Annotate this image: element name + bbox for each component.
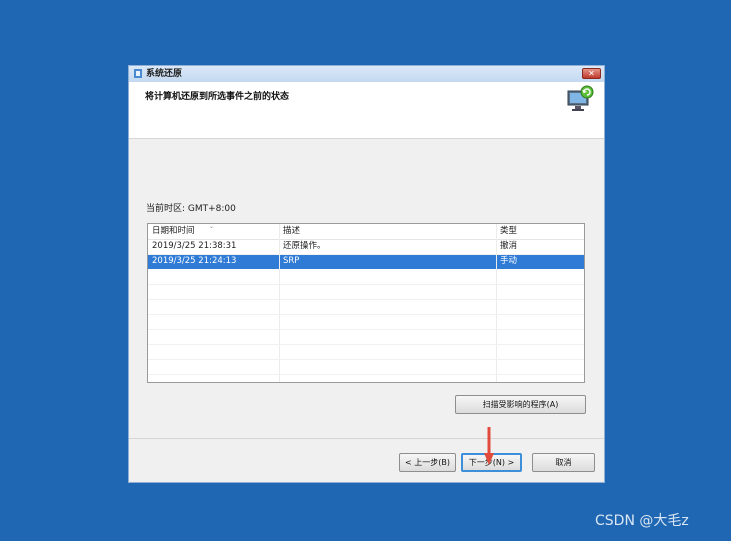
row-description: 还原操作。 (283, 241, 326, 251)
row-datetime: 2019/3/25 21:38:31 (152, 241, 237, 251)
system-restore-dialog: 系统还原 ✕ 将计算机还原到所选事件之前的状态 当前时区: GMT+8:00 日… (128, 65, 605, 483)
close-icon: ✕ (588, 69, 595, 78)
row-divider (148, 314, 584, 315)
header-banner: 将计算机还原到所选事件之前的状态 (129, 82, 604, 139)
row-type: 手动 (500, 256, 518, 266)
page-title: 将计算机还原到所选事件之前的状态 (145, 92, 290, 102)
restore-computer-icon (567, 85, 594, 111)
table-row[interactable]: 2019/3/25 21:38:31 还原操作。 撤消 (148, 239, 584, 254)
sort-indicator-icon: ⌄ (209, 223, 215, 230)
row-divider (148, 359, 584, 360)
row-divider (148, 299, 584, 300)
system-restore-icon (134, 69, 142, 78)
table-row-selected[interactable]: 2019/3/25 21:24:13 SRP 手动 (148, 254, 584, 269)
row-type: 撤消 (500, 241, 518, 251)
cancel-button[interactable]: 取消 (532, 453, 595, 472)
row-divider (148, 254, 584, 255)
close-button[interactable]: ✕ (582, 68, 601, 79)
row-divider (148, 344, 584, 345)
row-description: SRP (283, 256, 300, 266)
row-divider (148, 284, 584, 285)
arrow-down-icon (484, 427, 494, 465)
row-datetime: 2019/3/25 21:24:13 (152, 256, 237, 266)
restore-point-list[interactable]: 日期和时间 ⌄ 描述 类型 2019/3/25 21:38:31 还原操作。 撤… (147, 223, 585, 383)
footer-divider (129, 438, 604, 439)
back-button[interactable]: < 上一步(B) (399, 453, 456, 472)
title-bar[interactable]: 系统还原 ✕ (129, 66, 604, 82)
list-header: 日期和时间 ⌄ 描述 类型 (148, 224, 584, 240)
row-divider (148, 374, 584, 375)
row-divider (148, 329, 584, 330)
watermark: CSDN @大毛z (595, 513, 689, 529)
column-header-type[interactable]: 类型 (496, 224, 584, 239)
timezone-label: 当前时区: GMT+8:00 (146, 204, 236, 214)
scan-affected-programs-button[interactable]: 扫描受影响的程序(A) (455, 395, 586, 414)
window-title: 系统还原 (146, 69, 183, 79)
column-header-description[interactable]: 描述 (279, 224, 496, 239)
